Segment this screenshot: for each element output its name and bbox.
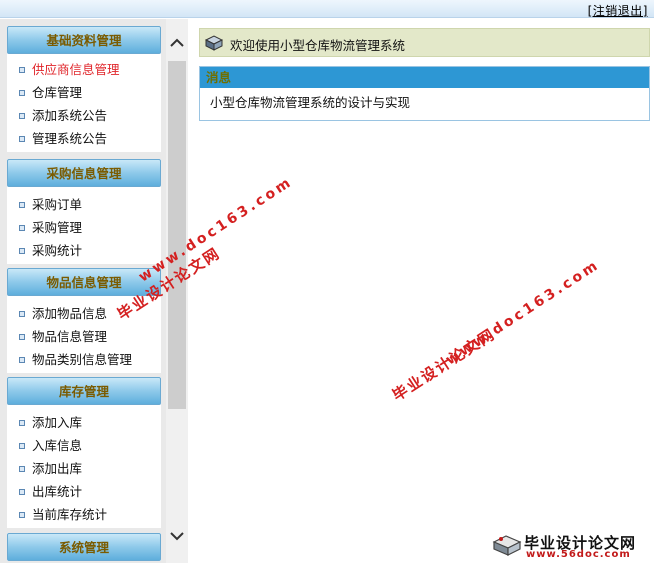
- menu-header-system[interactable]: 系统管理: [7, 533, 161, 561]
- news-panel: 消息 小型仓库物流管理系统的设计与实现: [199, 66, 650, 121]
- menu-item-label: 采购管理: [32, 220, 83, 235]
- menu-item-label: 采购订单: [32, 197, 83, 212]
- menu-group-purchase: 采购信息管理 采购订单 采购管理 采购统计: [7, 159, 161, 264]
- menu-item-label: 添加入库: [32, 415, 83, 430]
- bullet-icon: [19, 357, 25, 363]
- menu-item-current-stock[interactable]: 当前库存统计: [7, 503, 161, 526]
- corner-logo: 毕业设计论文网 www.56doc.com: [488, 528, 654, 563]
- top-bar: [注销退出]: [0, 0, 654, 18]
- bullet-icon: [19, 443, 25, 449]
- menu-item-label: 管理系统公告: [32, 131, 108, 146]
- logout-link[interactable]: [注销退出]: [588, 2, 648, 19]
- corner-logo-url: www.56doc.com: [526, 549, 631, 560]
- menu-item-label: 采购统计: [32, 243, 83, 258]
- chevron-down-icon: [170, 532, 184, 541]
- watermark-cn-2: 毕业设计论文网: [389, 324, 499, 405]
- menu-item-add-notice[interactable]: 添加系统公告: [7, 104, 161, 127]
- menu-group-basic-data: 基础资料管理 供应商信息管理 仓库管理 添加系统公告 管理系统公告: [7, 26, 161, 152]
- menu-item-label: 当前库存统计: [32, 507, 108, 522]
- app-window: [注销退出] 基础资料管理 供应商信息管理 仓库管理 添加系统公告 管理系统公告…: [0, 0, 654, 563]
- bullet-icon: [19, 202, 25, 208]
- menu-item-manage-notice[interactable]: 管理系统公告: [7, 127, 161, 150]
- menu-header-purchase[interactable]: 采购信息管理: [7, 159, 161, 187]
- bullet-icon: [19, 113, 25, 119]
- logo-icon: [492, 535, 522, 556]
- menu-item-label: 入库信息: [32, 438, 83, 453]
- menu-item-purchase-manage[interactable]: 采购管理: [7, 216, 161, 239]
- welcome-bar: 欢迎使用小型仓库物流管理系统: [199, 28, 650, 57]
- menu-item-label: 仓库管理: [32, 85, 83, 100]
- bullet-icon: [19, 136, 25, 142]
- book-icon: [205, 35, 223, 51]
- welcome-text: 欢迎使用小型仓库物流管理系统: [230, 38, 406, 53]
- chevron-up-icon: [170, 38, 184, 47]
- menu-item-add-stock-out[interactable]: 添加出库: [7, 457, 161, 480]
- menu-item-label: 物品类别信息管理: [32, 352, 133, 367]
- menu-item-goods-manage[interactable]: 物品信息管理: [7, 325, 161, 348]
- menu-item-stock-in-info[interactable]: 入库信息: [7, 434, 161, 457]
- menu-item-supplier[interactable]: 供应商信息管理: [7, 58, 161, 81]
- menu-header-basic-data[interactable]: 基础资料管理: [7, 26, 161, 54]
- news-header: 消息: [200, 67, 649, 88]
- scroll-thumb[interactable]: [168, 61, 186, 409]
- bullet-icon: [19, 90, 25, 96]
- bullet-icon: [19, 311, 25, 317]
- bullet-icon: [19, 248, 25, 254]
- menu-item-label: 物品信息管理: [32, 329, 108, 344]
- menu-item-label: 供应商信息管理: [32, 62, 120, 77]
- menu-item-label: 添加物品信息: [32, 306, 108, 321]
- menu-group-goods: 物品信息管理 添加物品信息 物品信息管理 物品类别信息管理: [7, 268, 161, 373]
- bullet-icon: [19, 225, 25, 231]
- menu-item-label: 出库统计: [32, 484, 83, 499]
- bullet-icon: [19, 420, 25, 426]
- scroll-up-button[interactable]: [166, 31, 188, 55]
- menu-item-add-stock-in[interactable]: 添加入库: [7, 411, 161, 434]
- menu-item-purchase-stats[interactable]: 采购统计: [7, 239, 161, 262]
- menu-item-goods-category[interactable]: 物品类别信息管理: [7, 348, 161, 371]
- bullet-icon: [19, 512, 25, 518]
- bullet-icon: [19, 334, 25, 340]
- bullet-icon: [19, 67, 25, 73]
- menu-group-inventory: 库存管理 添加入库 入库信息 添加出库 出库统计 当前库存统计: [7, 377, 161, 528]
- menu-item-warehouse[interactable]: 仓库管理: [7, 81, 161, 104]
- menu-item-stock-out-stats[interactable]: 出库统计: [7, 480, 161, 503]
- menu-header-inventory[interactable]: 库存管理: [7, 377, 161, 405]
- menu-item-label: 添加出库: [32, 461, 83, 476]
- menu-item-label: 添加系统公告: [32, 108, 108, 123]
- news-body: 小型仓库物流管理系统的设计与实现: [200, 88, 649, 120]
- menu-group-system: 系统管理: [7, 533, 161, 561]
- scroll-down-button[interactable]: [166, 524, 188, 548]
- bullet-icon: [19, 489, 25, 495]
- bullet-icon: [19, 466, 25, 472]
- menu-item-purchase-order[interactable]: 采购订单: [7, 193, 161, 216]
